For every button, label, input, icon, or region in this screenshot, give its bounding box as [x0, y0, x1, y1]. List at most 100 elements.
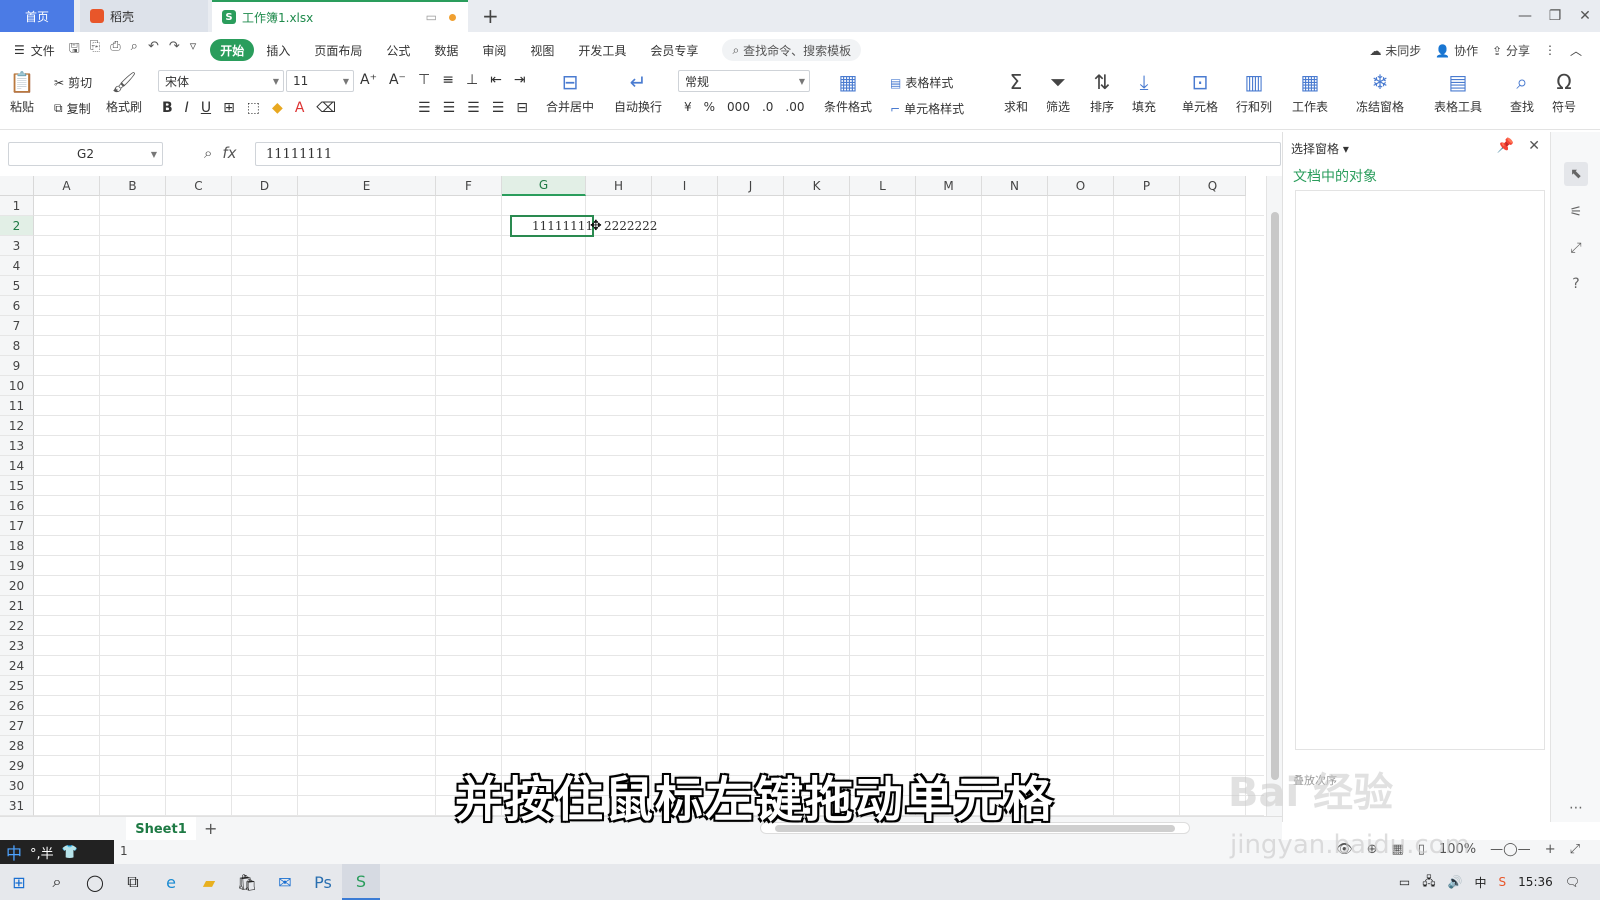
decrease-decimal-icon[interactable]: .00 [785, 100, 804, 114]
worksheet-button[interactable]: ▦ 工作表 [1292, 70, 1328, 115]
select-all-corner[interactable] [0, 176, 34, 196]
thousands-icon[interactable]: 000 [727, 100, 750, 114]
redo-icon[interactable]: ↷ [169, 39, 180, 61]
merge-center-button[interactable]: ⊟ 合并居中 [546, 70, 594, 115]
more-icon[interactable]: ⋮ [1544, 43, 1556, 57]
ime-indicator[interactable]: 中 °,半 👕 [0, 840, 114, 864]
close-pane-icon[interactable]: ✕ [1528, 138, 1540, 154]
vertical-scroll-thumb[interactable] [1271, 212, 1279, 780]
row-header-24[interactable]: 24 [0, 656, 34, 676]
font-name-select[interactable]: 宋体 ▼ [158, 70, 284, 92]
tab-workbook[interactable]: S 工作簿1.xlsx ▭ [212, 0, 468, 32]
minimize-icon[interactable]: — [1510, 0, 1540, 32]
store-icon[interactable]: 🛍 [228, 864, 266, 900]
justify-icon[interactable]: ☰ [492, 100, 505, 116]
row-header-7[interactable]: 7 [0, 316, 34, 336]
row-header-19[interactable]: 19 [0, 556, 34, 576]
indent-increase-icon[interactable]: ⇥ [514, 72, 526, 88]
menu-page-layout[interactable]: 页面布局 [302, 39, 374, 61]
row-header-26[interactable]: 26 [0, 696, 34, 716]
search-icon[interactable]: ⌕ [38, 864, 76, 900]
edge-icon[interactable]: e [152, 864, 190, 900]
share-button[interactable]: ⇪ 分享 [1492, 42, 1530, 59]
row-header-23[interactable]: 23 [0, 636, 34, 656]
mail-icon[interactable]: ✉ [266, 864, 304, 900]
row-header-28[interactable]: 28 [0, 736, 34, 756]
column-header-h[interactable]: H [586, 176, 652, 196]
align-left-icon[interactable]: ☰ [418, 100, 431, 116]
menu-formula[interactable]: 公式 [374, 39, 422, 61]
customize-icon[interactable]: ▿ [190, 39, 197, 61]
new-tab-button[interactable]: + [482, 4, 499, 28]
column-header-l[interactable]: L [850, 176, 916, 196]
row-header-15[interactable]: 15 [0, 476, 34, 496]
column-header-i[interactable]: I [652, 176, 718, 196]
percent-icon[interactable]: % [704, 100, 715, 114]
wrap-text-button[interactable]: ↵ 自动换行 [614, 70, 662, 115]
column-header-g[interactable]: G [502, 176, 586, 196]
row-col-button[interactable]: ▥ 行和列 [1236, 70, 1272, 115]
network-icon[interactable]: 🖧 [1422, 872, 1435, 893]
menu-view[interactable]: 视图 [518, 39, 566, 61]
column-header-m[interactable]: M [916, 176, 982, 196]
sync-button[interactable]: ☁ 未同步 [1369, 42, 1421, 59]
volume-icon[interactable]: 🔊 [1448, 875, 1463, 889]
vertical-scrollbar[interactable] [1266, 176, 1282, 816]
number-format-select[interactable]: 常规 ▼ [678, 70, 810, 92]
print-preview-icon[interactable]: ⌕ [131, 39, 138, 61]
sum-button[interactable]: Σ 求和 [1004, 70, 1028, 115]
find-button[interactable]: ⌕ 查找 [1510, 70, 1534, 115]
select-pointer-icon[interactable]: ⬉ [1564, 162, 1588, 186]
column-header-e[interactable]: E [298, 176, 436, 196]
selection-pane-title[interactable]: 选择窗格 ▾ [1291, 140, 1349, 157]
row-header-1[interactable]: 1 [0, 196, 34, 216]
column-header-f[interactable]: F [436, 176, 502, 196]
fullscreen-icon[interactable]: ⤢ [1570, 842, 1580, 857]
cut-button[interactable]: ✂ 剪切 [54, 74, 92, 91]
align-middle-icon[interactable]: ≡ [442, 72, 454, 88]
wps-tray-icon[interactable]: S [1499, 875, 1507, 889]
row-header-9[interactable]: 9 [0, 356, 34, 376]
task-view-icon[interactable]: ⧉ [114, 864, 152, 900]
menu-data[interactable]: 数据 [422, 39, 470, 61]
print-icon[interactable]: ⎙ [110, 39, 120, 61]
cell-button[interactable]: ⊡ 单元格 [1182, 70, 1218, 115]
photoshop-icon[interactable]: Ps [304, 864, 342, 900]
row-header-5[interactable]: 5 [0, 276, 34, 296]
column-header-q[interactable]: Q [1180, 176, 1246, 196]
align-top-icon[interactable]: ⊤ [418, 72, 430, 88]
export-icon[interactable]: ⎘ [90, 39, 100, 61]
row-header-17[interactable]: 17 [0, 516, 34, 536]
row-header-14[interactable]: 14 [0, 456, 34, 476]
row-header-21[interactable]: 21 [0, 596, 34, 616]
row-header-8[interactable]: 8 [0, 336, 34, 356]
battery-icon[interactable]: ▭ [1399, 875, 1410, 889]
fill-color-icon[interactable]: ◆ [272, 100, 283, 116]
font-color-icon[interactable]: A [295, 100, 305, 116]
menu-start[interactable]: 开始 [210, 39, 255, 61]
table-style-button[interactable]: ▤ 表格样式 [890, 74, 953, 91]
close-window-icon[interactable]: ✕ [1570, 0, 1600, 32]
formula-input[interactable]: 11111111 [255, 142, 1281, 166]
menu-developer[interactable]: 开发工具 [566, 39, 638, 61]
spreadsheet-grid[interactable]: ABCDEFGHIJKLMNOPQ 1 2 3 4 5 6 7 8 9 10 11 12 13 14 15 1… [0, 176, 1266, 816]
increase-decimal-icon[interactable]: .0 [762, 100, 773, 114]
row-header-16[interactable]: 16 [0, 496, 34, 516]
eraser-icon[interactable]: ⌫ [316, 100, 336, 116]
wps-taskbar-icon[interactable]: S [342, 864, 380, 900]
tab-daoke[interactable]: 稻壳 [80, 0, 208, 32]
fill-button[interactable]: ⤓ 填充 [1132, 70, 1156, 115]
collaborate-button[interactable]: 👤 协作 [1435, 42, 1478, 59]
settings-sliders-icon[interactable]: ⚟ [1564, 200, 1588, 224]
menu-member[interactable]: 会员专享 [638, 39, 710, 61]
explorer-icon[interactable]: ▰ [190, 864, 228, 900]
underline-icon[interactable]: U [201, 100, 211, 116]
cell-g2[interactable]: 11111111 [510, 215, 594, 237]
sort-button[interactable]: ⇅ 排序 [1090, 70, 1114, 115]
zoom-in-icon[interactable]: + [1545, 842, 1556, 857]
symbol-button[interactable]: Ω 符号 [1552, 70, 1576, 115]
save-icon[interactable]: 🖫 [69, 39, 80, 61]
zoom-formula-icon[interactable]: ⌕ [204, 144, 212, 162]
column-header-c[interactable]: C [166, 176, 232, 196]
freeze-panes-button[interactable]: ❄ 冻结窗格 [1356, 70, 1404, 115]
